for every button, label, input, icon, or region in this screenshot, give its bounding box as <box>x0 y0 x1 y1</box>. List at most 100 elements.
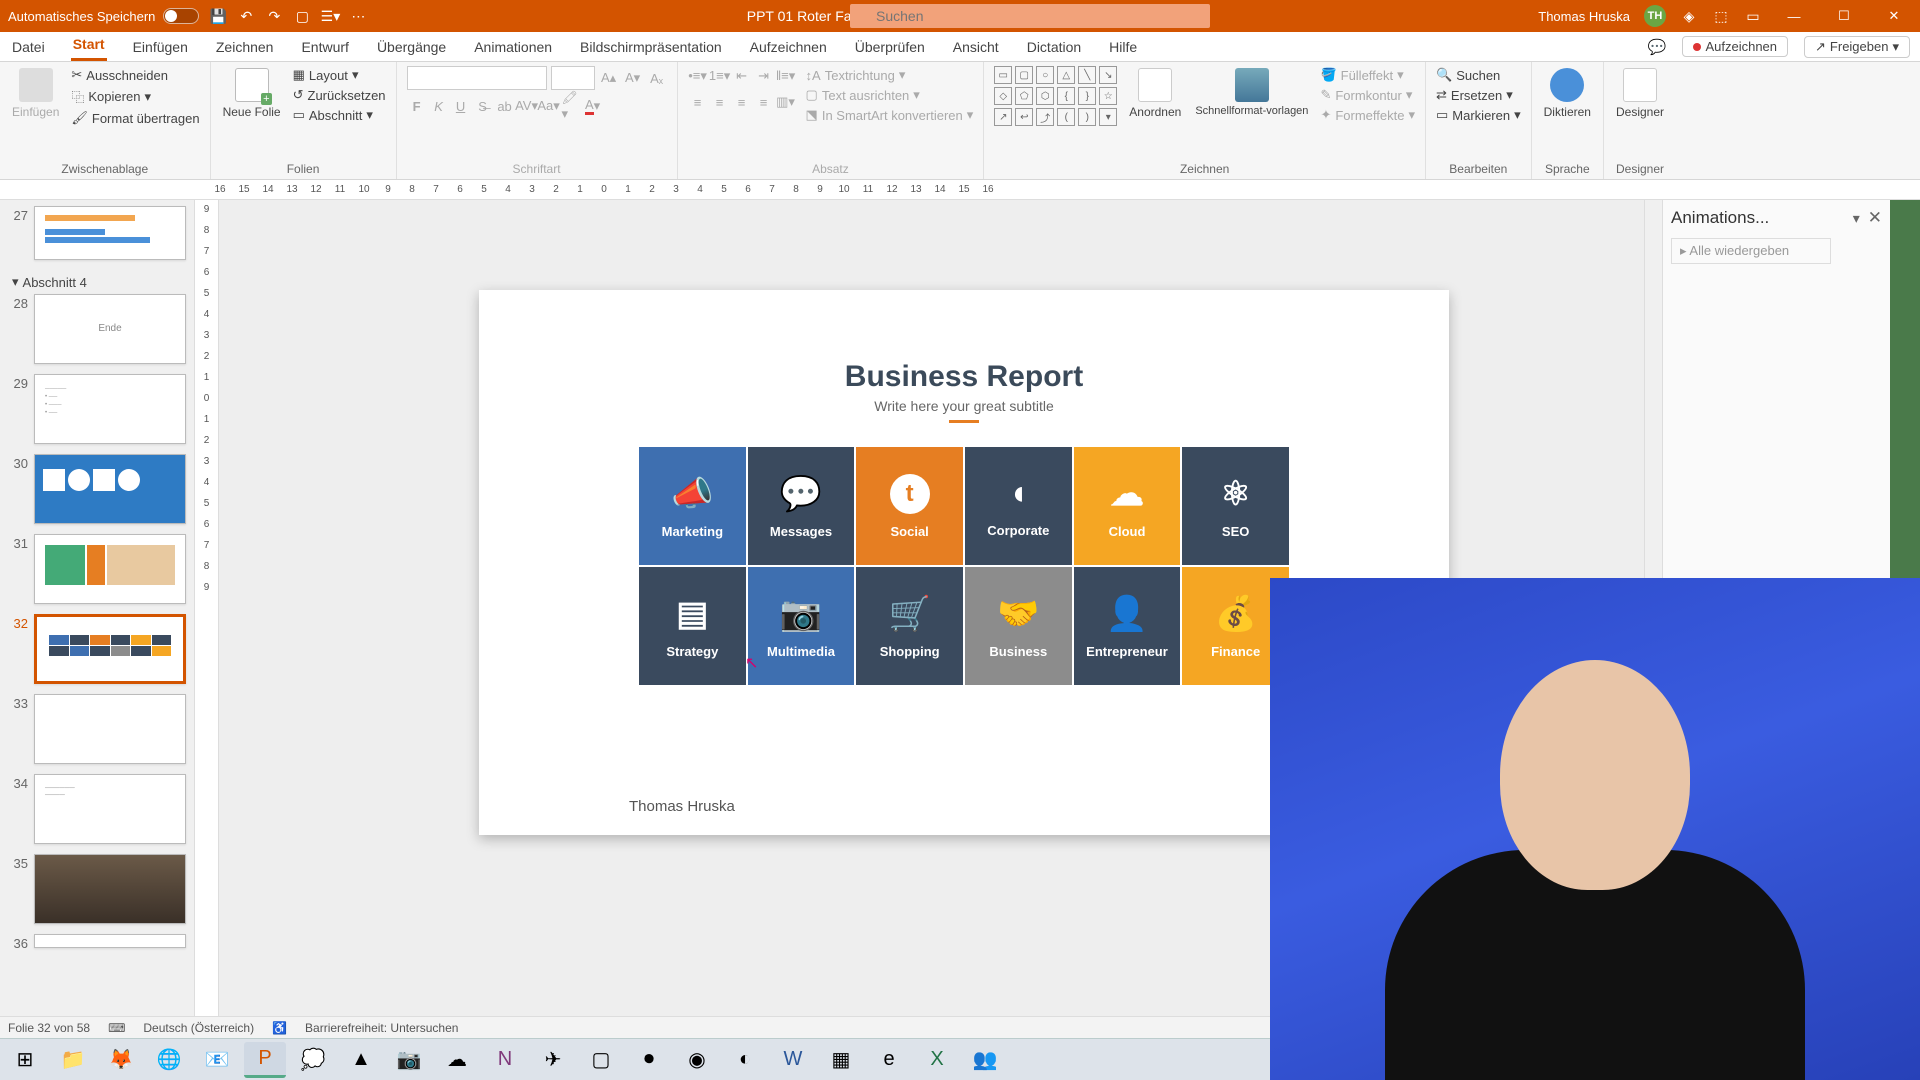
select-button[interactable]: ▭ Markieren ▾ <box>1436 106 1521 124</box>
thumbnail-28[interactable]: Ende <box>34 294 186 364</box>
tab-animationen[interactable]: Animationen <box>472 35 554 59</box>
align-center-button[interactable]: ≡ <box>710 92 730 112</box>
slide-thumbnail-pane[interactable]: 27 ▾ Abschnitt 4 28Ende 29─────• ──• ───… <box>0 200 195 1048</box>
taskbar-firefox[interactable]: 🦊 <box>100 1042 142 1078</box>
thumbnail-35[interactable] <box>34 854 186 924</box>
taskbar-telegram[interactable]: ✈ <box>532 1042 574 1078</box>
align-text-button[interactable]: ▢ Text ausrichten ▾ <box>806 86 974 104</box>
tile-cloud[interactable]: ☁Cloud <box>1074 447 1181 565</box>
tab-zeichnen[interactable]: Zeichnen <box>214 35 276 59</box>
font-size-select[interactable] <box>551 66 595 90</box>
shadow-button[interactable]: ab <box>495 96 515 116</box>
thumbnail-33[interactable] <box>34 694 186 764</box>
status-accessibility[interactable]: Barrierefreiheit: Untersuchen <box>305 1021 458 1035</box>
align-right-button[interactable]: ≡ <box>732 92 752 112</box>
record-button[interactable]: Aufzeichnen <box>1682 36 1788 57</box>
thumbnail-36[interactable] <box>34 934 186 948</box>
thumbnail-29[interactable]: ─────• ──• ───• ── <box>34 374 186 444</box>
new-slide-button[interactable]: +Neue Folie <box>221 66 283 121</box>
slideshow-from-start-icon[interactable]: ▢ <box>293 7 311 25</box>
highlight-color-button[interactable]: 🖍▾ <box>561 96 581 116</box>
user-avatar[interactable]: TH <box>1644 5 1666 27</box>
tab-datei[interactable]: Datei <box>10 35 47 59</box>
accessibility-icon[interactable]: ♿ <box>272 1021 287 1035</box>
designer-button[interactable]: Designer <box>1614 66 1666 121</box>
taskbar-vlc[interactable]: ▲ <box>340 1042 382 1078</box>
tile-multimedia[interactable]: 📷Multimedia <box>748 567 855 685</box>
shape-outline-button[interactable]: ✎ Formkontur ▾ <box>1320 86 1415 104</box>
start-menu-button[interactable]: ⊞ <box>4 1042 46 1078</box>
tile-grid[interactable]: 📣Marketing 💬Messages tSocial ◖Corporate … <box>639 447 1289 685</box>
save-icon[interactable]: 💾 <box>209 7 227 25</box>
taskbar-powerpoint[interactable]: P <box>244 1042 286 1078</box>
slide-subtitle[interactable]: Write here your great subtitle <box>479 398 1449 414</box>
toggle-switch-icon[interactable] <box>163 8 199 24</box>
taskbar-outlook[interactable]: 📧 <box>196 1042 238 1078</box>
section-button[interactable]: ▭ Abschnitt ▾ <box>293 106 386 124</box>
close-animations-pane-button[interactable]: ✕ <box>1868 208 1882 228</box>
taskbar-app-3[interactable]: ☁ <box>436 1042 478 1078</box>
taskbar-teams[interactable]: 👥 <box>964 1042 1006 1078</box>
strikethrough-button[interactable]: S̶ <box>473 96 493 116</box>
layout-button[interactable]: ▦ Layout ▾ <box>293 66 386 84</box>
user-name[interactable]: Thomas Hruska <box>1538 9 1630 24</box>
tile-marketing[interactable]: 📣Marketing <box>639 447 746 565</box>
columns-button[interactable]: ▥▾ <box>776 92 796 112</box>
horizontal-ruler[interactable]: 1615141312111098765432101234567891011121… <box>0 180 1920 200</box>
increase-indent-button[interactable]: ⇥ <box>754 66 774 86</box>
tab-hilfe[interactable]: Hilfe <box>1107 35 1139 59</box>
tile-seo[interactable]: ⚛SEO <box>1182 447 1289 565</box>
grow-font-button[interactable]: A▴ <box>599 68 619 88</box>
more-qat-icon[interactable]: ⋯ <box>349 7 367 25</box>
numbering-button[interactable]: 1≡▾ <box>710 66 730 86</box>
tab-ueberpruefen[interactable]: Überprüfen <box>853 35 927 59</box>
tab-bildschirm[interactable]: Bildschirmpräsentation <box>578 35 724 59</box>
comments-icon[interactable]: 💬 <box>1648 38 1667 56</box>
bullets-button[interactable]: •≡▾ <box>688 66 708 86</box>
tile-messages[interactable]: 💬Messages <box>748 447 855 565</box>
taskbar-app-4[interactable]: ▢ <box>580 1042 622 1078</box>
arrange-button[interactable]: Anordnen <box>1127 66 1183 121</box>
font-family-select[interactable] <box>407 66 547 90</box>
char-spacing-button[interactable]: AV▾ <box>517 96 537 116</box>
taskbar-app-1[interactable]: 💭 <box>292 1042 334 1078</box>
slide-author[interactable]: Thomas Hruska <box>629 798 735 815</box>
pane-dropdown-icon[interactable]: ▾ <box>1853 210 1860 227</box>
shape-effects-button[interactable]: ✦ Formeffekte ▾ <box>1320 106 1415 124</box>
status-lang-icon[interactable]: ⌨ <box>108 1021 125 1035</box>
tile-business[interactable]: 🤝Business <box>965 567 1072 685</box>
align-left-button[interactable]: ≡ <box>688 92 708 112</box>
minimize-button[interactable]: — <box>1776 9 1812 24</box>
tab-aufzeichnen[interactable]: Aufzeichnen <box>748 35 829 59</box>
dictate-button[interactable]: Diktieren <box>1542 66 1593 121</box>
thumbnail-31[interactable] <box>34 534 186 604</box>
tile-shopping[interactable]: 🛒Shopping <box>856 567 963 685</box>
vertical-ruler[interactable]: 9876543210123456789 <box>195 200 219 1048</box>
shape-fill-button[interactable]: 🪣 Fülleffekt ▾ <box>1320 66 1415 84</box>
taskbar-edge[interactable]: e <box>868 1042 910 1078</box>
replace-button[interactable]: ⇄ Ersetzen ▾ <box>1436 86 1521 104</box>
find-button[interactable]: 🔍 Suchen <box>1436 66 1521 84</box>
underline-button[interactable]: U <box>451 96 471 116</box>
tile-entrepreneur[interactable]: 👤Entrepreneur <box>1074 567 1181 685</box>
taskbar-excel[interactable]: X <box>916 1042 958 1078</box>
tab-entwurf[interactable]: Entwurf <box>299 35 350 59</box>
autosave-toggle[interactable]: Automatisches Speichern <box>8 8 199 24</box>
bold-button[interactable]: F <box>407 96 427 116</box>
tile-corporate[interactable]: ◖Corporate <box>965 447 1072 565</box>
status-slide-position[interactable]: Folie 32 von 58 <box>8 1021 90 1035</box>
tile-social[interactable]: tSocial <box>856 447 963 565</box>
taskbar-app-5[interactable]: ◉ <box>676 1042 718 1078</box>
thumbnail-30[interactable] <box>34 454 186 524</box>
shape-gallery[interactable]: ▭▢○△╲↘ ◇⬠⬡{}☆ ↗↩⤴()▾ <box>994 66 1117 126</box>
thumbnail-27[interactable] <box>34 206 186 260</box>
shrink-font-button[interactable]: A▾ <box>623 68 643 88</box>
change-case-button[interactable]: Aa▾ <box>539 96 559 116</box>
coming-soon-icon[interactable]: ◈ <box>1680 7 1698 25</box>
taskbar-onenote[interactable]: N <box>484 1042 526 1078</box>
taskbar-app-2[interactable]: 📷 <box>388 1042 430 1078</box>
format-painter-button[interactable]: 🖌 Format übertragen <box>71 109 199 127</box>
thumbnail-34[interactable]: ────────── <box>34 774 186 844</box>
tab-uebergaenge[interactable]: Übergänge <box>375 35 448 59</box>
tab-ansicht[interactable]: Ansicht <box>951 35 1001 59</box>
